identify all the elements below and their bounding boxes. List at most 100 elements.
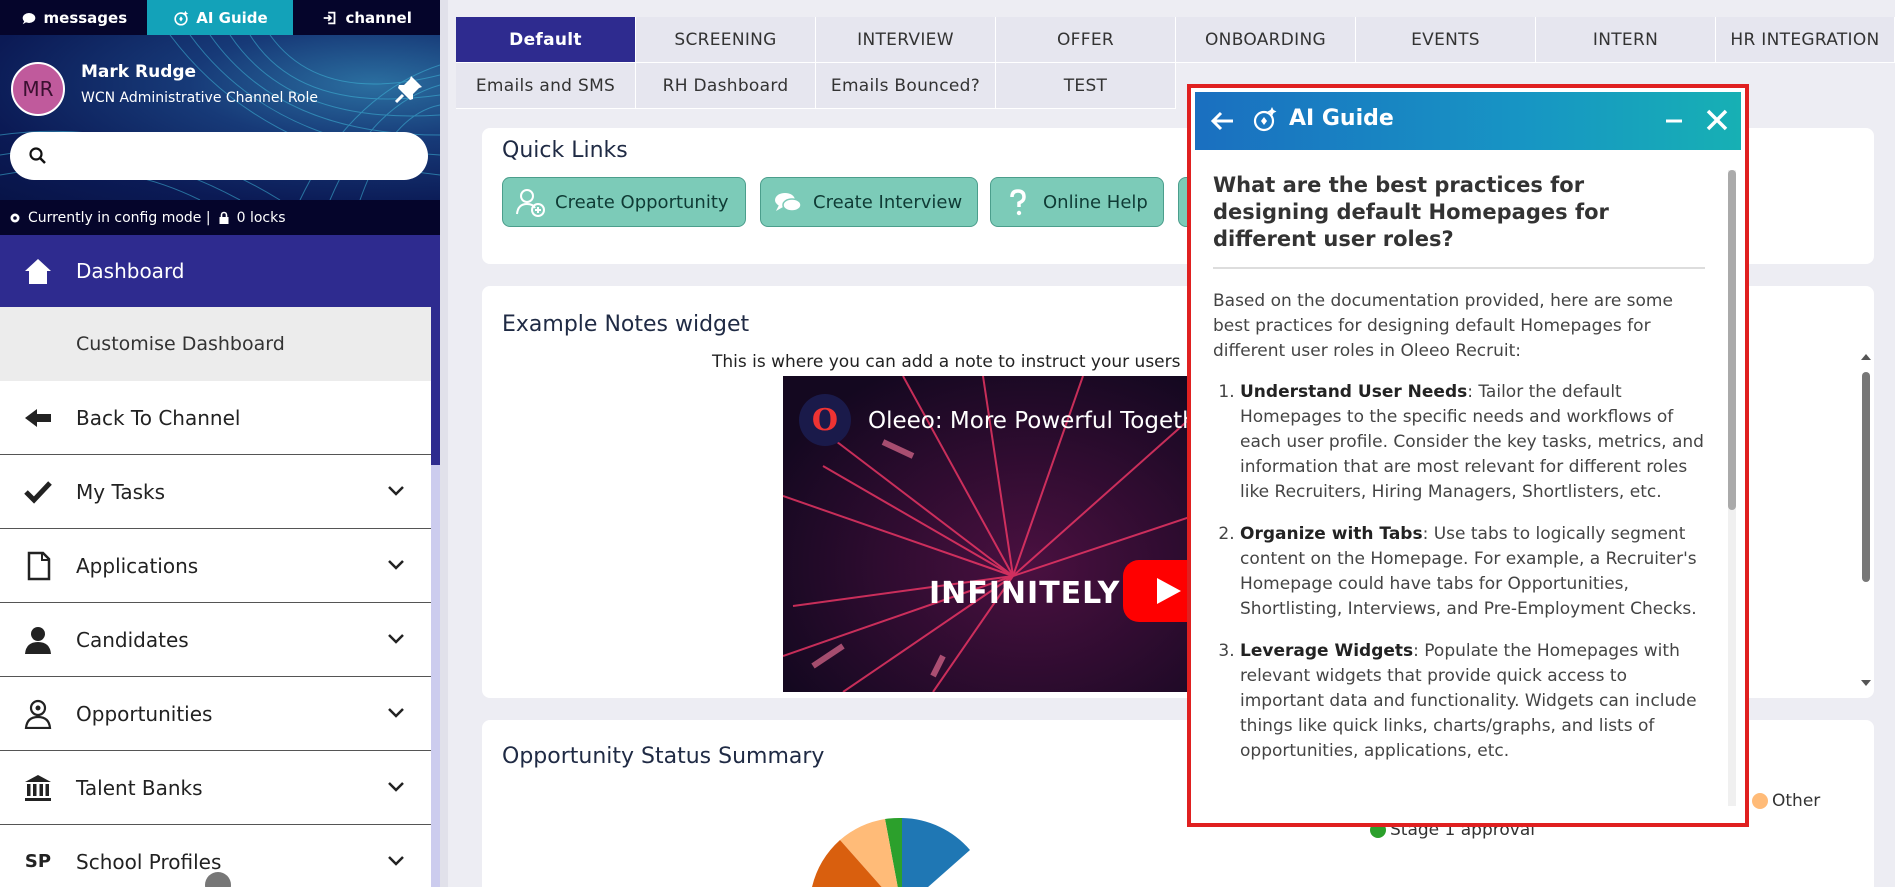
notes-title: Example Notes widget xyxy=(502,312,750,337)
sidebar-item-label: Opportunities xyxy=(76,701,213,726)
ai-guide-tab[interactable]: AI Guide xyxy=(146,0,294,35)
button-label: Create Opportunity xyxy=(555,191,729,213)
arrow-left-icon[interactable] xyxy=(1207,106,1237,136)
document-icon xyxy=(27,551,51,580)
list-item: Leverage Widgets: Populate the Homepages… xyxy=(1240,639,1705,764)
chevron-down-icon[interactable] xyxy=(387,482,405,500)
sidebar-item-label: School Profiles xyxy=(76,849,222,874)
home-icon xyxy=(25,259,51,284)
create-interview-button[interactable]: Create Interview xyxy=(760,177,978,227)
question-mark-icon xyxy=(1010,189,1026,216)
point-title: Organize with Tabs xyxy=(1240,524,1423,544)
pin-icon[interactable] xyxy=(393,73,425,105)
online-help-button[interactable]: Online Help xyxy=(990,177,1164,227)
close-icon[interactable] xyxy=(1701,104,1733,136)
minimize-icon[interactable] xyxy=(1659,106,1689,136)
sidebar-item-candidates[interactable]: Candidates xyxy=(0,603,431,677)
tab-emails-and-sms[interactable]: Emails and SMS xyxy=(456,63,636,109)
sidebar-item-opportunities[interactable]: Opportunities xyxy=(0,677,431,751)
quick-links-title: Quick Links xyxy=(502,138,628,163)
tab-emails-bounced[interactable]: Emails Bounced? xyxy=(816,63,996,109)
tab-test[interactable]: TEST xyxy=(996,63,1176,109)
sign-in-icon xyxy=(324,11,336,24)
ai-guide-icon xyxy=(1253,107,1277,132)
tab-interview[interactable]: INTERVIEW xyxy=(816,17,996,63)
ai-guide-title: AI Guide xyxy=(1289,106,1394,131)
list-item: Organize with Tabs: Use tabs to logicall… xyxy=(1240,522,1705,622)
user-name: Mark Rudge xyxy=(81,62,197,82)
sidebar-item-label: Candidates xyxy=(76,627,189,652)
ai-answer-intro: Based on the documentation provided, her… xyxy=(1213,291,1673,361)
messages-tab[interactable]: messages xyxy=(0,0,147,35)
sidebar-item-label: Back To Channel xyxy=(76,405,241,430)
play-button[interactable] xyxy=(1123,560,1193,622)
user-role: WCN Administrative Channel Role xyxy=(81,90,318,106)
chevron-down-icon[interactable] xyxy=(387,704,405,722)
pie-slice-blue[interactable] xyxy=(902,818,970,887)
video-headline: INFINITELY xyxy=(929,576,1121,611)
tab-intern[interactable]: INTERN xyxy=(1536,17,1716,63)
config-mode-bar: Currently in config mode | 0 locks xyxy=(0,200,440,235)
sidebar-item-label: Applications xyxy=(76,553,199,578)
ai-guide-label: AI Guide xyxy=(196,8,268,27)
chevron-down-icon[interactable] xyxy=(387,630,405,648)
ai-guide-icon xyxy=(174,10,189,26)
create-opportunity-button[interactable]: Create Opportunity xyxy=(502,177,746,227)
video-title: Oleeo: More Powerful Together xyxy=(868,408,1193,434)
chat-icon xyxy=(775,193,802,212)
tab-onboarding[interactable]: ONBOARDING xyxy=(1176,17,1356,63)
search-icon xyxy=(29,147,46,164)
check-icon xyxy=(24,480,52,504)
locks-count: 0 locks xyxy=(236,209,286,226)
notes-scrollbar[interactable] xyxy=(1858,352,1874,692)
chat-bubble-icon xyxy=(22,12,35,24)
status-summary-title: Opportunity Status Summary xyxy=(502,744,825,769)
sidebar-item-customise-dashboard[interactable]: Customise Dashboard xyxy=(0,307,431,381)
ai-guide-content: What are the best practices for designin… xyxy=(1195,150,1725,820)
ai-guide-scrollbar-thumb[interactable] xyxy=(1728,170,1736,510)
legend-dot-other xyxy=(1752,793,1768,809)
sidebar-item-label: Dashboard xyxy=(76,259,185,283)
bank-icon xyxy=(25,774,51,801)
sidebar-item-my-tasks[interactable]: My Tasks xyxy=(0,455,431,529)
button-label: Online Help xyxy=(1043,191,1148,213)
sidebar-divider xyxy=(440,0,448,887)
sidebar-item-label: Customise Dashboard xyxy=(76,333,285,355)
video-embed[interactable]: O Oleeo: More Powerful Together INFINITE… xyxy=(783,376,1193,692)
search-box[interactable] xyxy=(10,132,428,180)
oleeo-logo: O xyxy=(799,394,851,446)
channel-tab[interactable]: channel xyxy=(293,0,440,35)
avatar[interactable]: MR xyxy=(11,62,65,116)
sp-icon: SP xyxy=(24,851,52,872)
sidebar-item-talent-banks[interactable]: Talent Banks xyxy=(0,751,431,825)
ai-guide-scrollbar[interactable] xyxy=(1728,170,1736,806)
sidebar-item-label: Talent Banks xyxy=(76,775,203,800)
search-input[interactable] xyxy=(56,146,416,166)
legend-label-other: Other xyxy=(1772,791,1821,811)
ai-question: What are the best practices for designin… xyxy=(1213,172,1705,269)
chevron-down-icon[interactable] xyxy=(387,852,405,870)
tab-screening[interactable]: SCREENING xyxy=(636,17,816,63)
sidebar-menu: Dashboard Customise Dashboard Back To Ch… xyxy=(0,235,431,887)
user-plus-icon xyxy=(516,189,545,217)
chevron-down-icon[interactable] xyxy=(387,778,405,796)
top-nav: messages AI Guide channel xyxy=(0,0,440,35)
sidebar-item-dashboard[interactable]: Dashboard xyxy=(0,235,431,307)
lock-icon xyxy=(219,211,229,224)
tab-events[interactable]: EVENTS xyxy=(1356,17,1536,63)
user-icon xyxy=(25,626,51,654)
tab-row-1: Default SCREENING INTERVIEW OFFER ONBOAR… xyxy=(456,17,1895,63)
sidebar-scrollbar-thumb[interactable] xyxy=(431,235,440,465)
messages-label: messages xyxy=(43,8,128,27)
status-pie-chart[interactable] xyxy=(770,810,1050,887)
tab-hr-integration[interactable]: HR INTEGRATION xyxy=(1716,17,1895,63)
tab-offer[interactable]: OFFER xyxy=(996,17,1176,63)
tab-rh-dashboard[interactable]: RH Dashboard xyxy=(636,63,816,109)
chevron-down-icon[interactable] xyxy=(387,556,405,574)
sidebar-item-back-to-channel[interactable]: Back To Channel xyxy=(0,381,431,455)
profile-header: MR Mark Rudge WCN Administrative Channel… xyxy=(0,35,440,200)
sidebar-item-applications[interactable]: Applications xyxy=(0,529,431,603)
tab-default[interactable]: Default xyxy=(456,17,636,63)
sidebar-item-label: My Tasks xyxy=(76,479,166,504)
button-label: Create Interview xyxy=(813,191,963,213)
